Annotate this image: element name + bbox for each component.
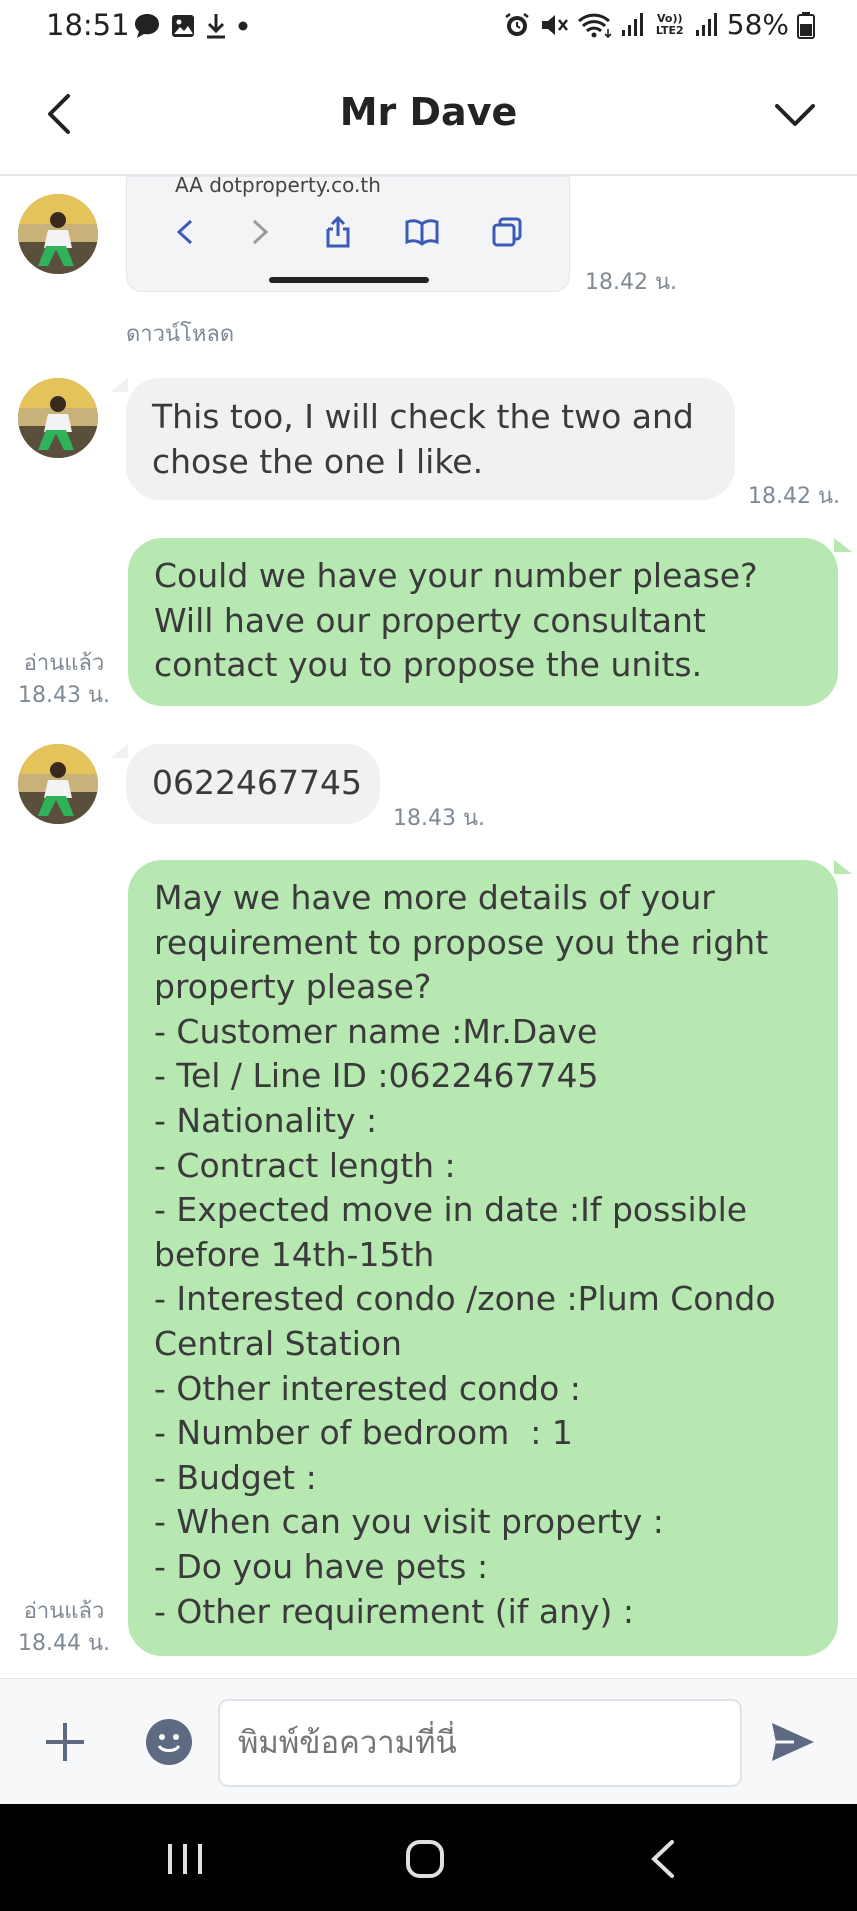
avatar-photo-icon <box>18 194 98 274</box>
avatar-photo-icon <box>18 378 98 458</box>
chat-menu-button[interactable] <box>769 88 821 140</box>
notification-icons <box>132 10 250 42</box>
signal-icon <box>695 12 717 36</box>
chevron-down-icon <box>775 104 815 126</box>
alarm-icon <box>505 12 529 36</box>
shared-image[interactable]: AA dotproperty.co.th <box>126 176 570 292</box>
read-receipt: อ่านแล้ว 18.43 น. <box>14 648 114 712</box>
message-bubble-outgoing[interactable]: Could we have your number please? Will h… <box>128 538 838 706</box>
system-navigation-bar <box>0 1804 857 1911</box>
read-receipt: อ่านแล้ว 18.44 น. <box>14 1596 114 1660</box>
battery-percent: 58% <box>726 8 789 41</box>
message-line: - Budget : <box>154 1457 317 1497</box>
nav-back-button[interactable] <box>640 1834 690 1884</box>
download-link[interactable]: ดาวน์โหลด <box>126 316 234 351</box>
message-line: - When can you visit property : <box>154 1502 664 1542</box>
plus-icon <box>46 1723 84 1761</box>
message-time: 18.43 น. <box>393 806 486 831</box>
message-bubble-incoming[interactable]: This too, I will check the two and chose… <box>126 378 735 500</box>
status-bar: 18:51 Vo)) LTE2 58% <box>0 0 857 52</box>
message-line: - Do you have pets : <box>154 1546 489 1586</box>
send-icon <box>772 1723 814 1761</box>
message-line: - Tel / Line ID :0622467745 <box>154 1056 599 1096</box>
signal-icon <box>621 12 643 36</box>
message-line: - Expected move in date :If possible bef… <box>154 1190 758 1274</box>
bubble-tail <box>834 860 852 874</box>
avatar[interactable] <box>18 194 98 274</box>
message-line: May we have more details of your require… <box>154 878 779 1007</box>
read-label: อ่านแล้ว <box>23 1599 105 1624</box>
wifi-icon <box>577 13 612 38</box>
back-icon <box>651 1840 674 1878</box>
message-line: - Customer name :Mr.Dave <box>154 1011 598 1051</box>
book-icon <box>405 219 439 246</box>
read-label: อ่านแล้ว <box>23 651 105 676</box>
message-time: 18.42 น. <box>585 270 678 295</box>
chat-bubble-icon <box>135 14 159 38</box>
dot-icon <box>238 21 248 31</box>
download-icon <box>207 14 225 39</box>
volte-icon: Vo)) LTE2 <box>655 11 684 37</box>
add-attachment-button[interactable] <box>42 1719 88 1765</box>
message-line: - Contract length : <box>154 1145 456 1185</box>
message-line: - Other requirement (if any) : <box>154 1591 634 1631</box>
avatar[interactable] <box>18 378 98 458</box>
message-line: - Other interested condo : <box>154 1368 581 1408</box>
image-url-text: AA dotproperty.co.th <box>175 176 381 197</box>
message-line: - Interested condo /zone :Plum Condo Cen… <box>154 1279 787 1363</box>
avatar[interactable] <box>18 744 98 824</box>
recent-apps-icon <box>168 1844 202 1874</box>
share-icon <box>326 215 350 248</box>
image-browser-toolbar <box>127 203 569 261</box>
tabs-icon <box>492 217 522 247</box>
system-icons: Vo)) LTE2 58% <box>503 8 815 41</box>
message-bubble-incoming[interactable]: 0622467745 <box>126 744 380 824</box>
message-line: - Number of bedroom : 1 <box>154 1413 573 1453</box>
message-composer <box>0 1678 857 1804</box>
recent-apps-button[interactable] <box>160 1834 210 1884</box>
message-line: - Nationality : <box>154 1100 378 1140</box>
chat-messages[interactable]: AA dotproperty.co.th 18.42 น. ดาวน์โหลด … <box>0 176 857 1678</box>
image-icon <box>172 15 194 37</box>
emoji-button[interactable] <box>146 1719 192 1765</box>
mute-icon <box>541 14 568 35</box>
battery-icon <box>797 11 815 39</box>
bubble-tail <box>834 538 852 552</box>
send-button[interactable] <box>768 1717 818 1767</box>
smiley-icon <box>157 1734 181 1752</box>
chat-title[interactable]: Mr Dave <box>0 90 857 134</box>
bubble-tail <box>110 378 128 392</box>
image-home-indicator <box>269 277 429 283</box>
avatar-photo-icon <box>18 744 98 824</box>
message-input[interactable] <box>218 1699 742 1787</box>
home-icon <box>406 1840 444 1878</box>
chat-header: Mr Dave <box>0 52 857 176</box>
message-time: 18.44 น. <box>17 1631 110 1656</box>
status-time: 18:51 <box>46 8 130 42</box>
message-time: 18.43 น. <box>17 683 110 708</box>
home-button[interactable] <box>400 1834 450 1884</box>
bubble-tail <box>110 744 128 758</box>
forward-arrow-icon <box>252 219 269 245</box>
message-time: 18.42 น. <box>748 484 841 509</box>
back-arrow-icon <box>176 219 192 245</box>
message-bubble-outgoing[interactable]: May we have more details of your require… <box>128 860 838 1656</box>
